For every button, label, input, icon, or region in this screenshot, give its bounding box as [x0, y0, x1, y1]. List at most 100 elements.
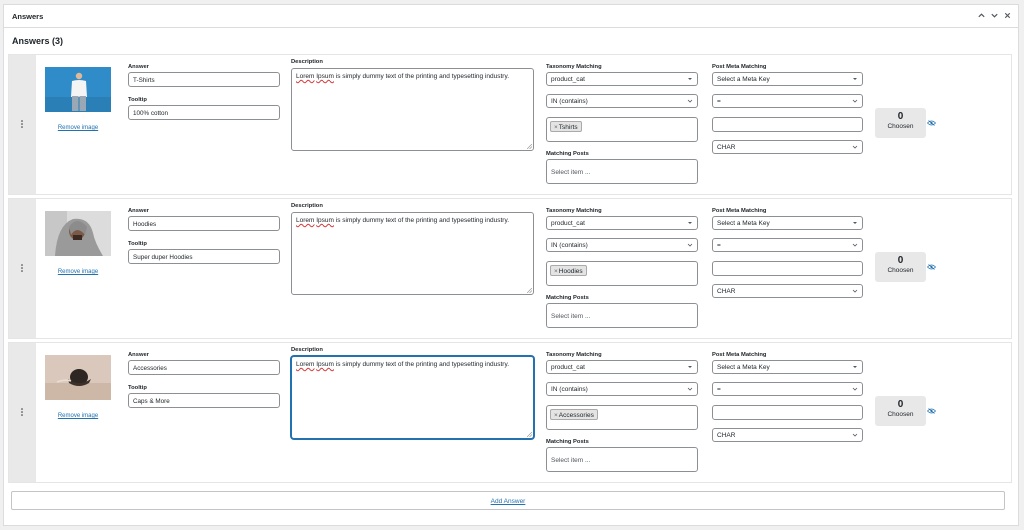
answer-image-accessories [45, 355, 111, 400]
remove-image-link[interactable]: Remove image [45, 413, 111, 419]
answer-row: Remove image Answer Hoodies Tooltip Supe… [8, 198, 1012, 339]
remove-image-link[interactable]: Remove image [45, 125, 111, 131]
meta-type-value: CHAR [717, 432, 736, 439]
matching-posts-select[interactable]: Select item ... [546, 303, 698, 328]
resize-grip-icon[interactable] [527, 144, 532, 149]
description-label: Description [291, 59, 323, 65]
meta-compare-select[interactable]: = [712, 238, 863, 252]
meta-type-select[interactable]: CHAR [712, 140, 863, 154]
taxonomy-value: product_cat [551, 76, 585, 83]
description-text: is simply dummy text of the printing and… [333, 217, 510, 224]
term-tag[interactable]: ×Accessories [550, 409, 598, 420]
meta-compare-select[interactable]: = [712, 94, 863, 108]
remove-tag-icon[interactable]: × [554, 124, 558, 131]
answer-image-tshirt [45, 67, 111, 112]
chosen-label: Choosen [887, 411, 914, 418]
remove-image-link[interactable]: Remove image [45, 269, 111, 275]
description-textarea[interactable]: Lorem Ipsum is simply dummy text of the … [291, 68, 534, 151]
taxonomy-label: Taxonomy Matching [546, 64, 602, 70]
terms-multiselect[interactable]: ×Accessories [546, 405, 698, 430]
eye-slash-icon[interactable] [927, 120, 936, 126]
resize-grip-icon[interactable] [527, 288, 532, 293]
tooltip-input[interactable]: Super duper Hoodies [128, 249, 280, 264]
drag-handle[interactable] [9, 343, 36, 482]
meta-value-input[interactable] [712, 261, 863, 276]
chevron-down-icon [687, 243, 693, 247]
meta-key-value: Select a Meta Key [717, 364, 770, 371]
operator-value: IN (contains) [551, 242, 588, 249]
answer-input[interactable]: Hoodies [128, 216, 280, 231]
meta-key-select[interactable]: Select a Meta Key [712, 72, 863, 86]
drag-handle-icon [21, 120, 23, 128]
post-meta-label: Post Meta Matching [712, 64, 767, 70]
meta-compare-select[interactable]: = [712, 382, 863, 396]
answer-label: Answer [128, 64, 149, 70]
terms-multiselect[interactable]: ×Tshirts [546, 117, 698, 142]
term-tag-label: Hoodies [558, 268, 583, 275]
caret-down-icon [688, 222, 692, 224]
eye-slash-icon[interactable] [927, 408, 936, 414]
description-label: Description [291, 203, 323, 209]
meta-key-value: Select a Meta Key [717, 220, 770, 227]
description-word: Ipsum [316, 361, 334, 368]
meta-compare-value: = [717, 242, 721, 249]
meta-key-select[interactable]: Select a Meta Key [712, 360, 863, 374]
operator-select[interactable]: IN (contains) [546, 94, 698, 108]
answer-input[interactable]: T-Shirts [128, 72, 280, 87]
add-answer-button[interactable]: Add Answer [11, 491, 1005, 510]
drag-handle[interactable] [9, 199, 36, 338]
taxonomy-value: product_cat [551, 364, 585, 371]
tooltip-input[interactable]: Caps & More [128, 393, 280, 408]
operator-value: IN (contains) [551, 98, 588, 105]
operator-select[interactable]: IN (contains) [546, 382, 698, 396]
terms-multiselect[interactable]: ×Hoodies [546, 261, 698, 286]
taxonomy-select[interactable]: product_cat [546, 72, 698, 86]
operator-select[interactable]: IN (contains) [546, 238, 698, 252]
chevron-down-icon[interactable] [990, 11, 999, 20]
chosen-counter: 0 Choosen [875, 108, 926, 138]
meta-value-input[interactable] [712, 117, 863, 132]
meta-value-input[interactable] [712, 405, 863, 420]
description-word: Ipsum [316, 73, 334, 80]
resize-grip-icon[interactable] [527, 432, 532, 437]
remove-tag-icon[interactable]: × [554, 268, 558, 275]
term-tag[interactable]: ×Hoodies [550, 265, 587, 276]
meta-compare-value: = [717, 386, 721, 393]
meta-type-select[interactable]: CHAR [712, 284, 863, 298]
meta-key-select[interactable]: Select a Meta Key [712, 216, 863, 230]
description-text: is simply dummy text of the printing and… [333, 361, 510, 368]
chosen-count: 0 [897, 399, 904, 410]
eye-slash-icon[interactable] [927, 264, 936, 270]
tooltip-input[interactable]: 100% cotton [128, 105, 280, 120]
matching-posts-select[interactable]: Select item ... [546, 447, 698, 472]
chevron-down-icon [852, 243, 858, 247]
answer-input[interactable]: Accessories [128, 360, 280, 375]
chevron-down-icon [852, 289, 858, 293]
remove-tag-icon[interactable]: × [554, 412, 558, 419]
description-label: Description [291, 347, 323, 353]
description-text: is simply dummy text of the printing and… [333, 73, 510, 80]
description-textarea[interactable]: Lorem Ipsum is simply dummy text of the … [291, 212, 534, 295]
drag-handle[interactable] [9, 55, 36, 194]
taxonomy-select[interactable]: product_cat [546, 216, 698, 230]
term-tag[interactable]: ×Tshirts [550, 121, 582, 132]
chosen-count: 0 [897, 255, 904, 266]
chevron-up-icon[interactable] [977, 11, 986, 20]
caret-down-icon [853, 78, 857, 80]
term-tag-label: Accessories [558, 412, 594, 419]
taxonomy-select[interactable]: product_cat [546, 360, 698, 374]
chevron-down-icon [852, 387, 858, 391]
tooltip-label: Tooltip [128, 241, 147, 247]
taxonomy-label: Taxonomy Matching [546, 352, 602, 358]
meta-type-value: CHAR [717, 144, 736, 151]
panel-title: Answers [12, 12, 44, 21]
taxonomy-value: product_cat [551, 220, 585, 227]
panel-header: Answers [4, 5, 1018, 28]
description-textarea[interactable]: Lorem Ipsum is simply dummy text of the … [291, 356, 534, 439]
matching-posts-select[interactable]: Select item ... [546, 159, 698, 184]
meta-type-select[interactable]: CHAR [712, 428, 863, 442]
chevron-down-icon [852, 433, 858, 437]
caret-down-icon [688, 78, 692, 80]
chosen-counter: 0 Choosen [875, 252, 926, 282]
close-icon[interactable] [1003, 11, 1012, 20]
